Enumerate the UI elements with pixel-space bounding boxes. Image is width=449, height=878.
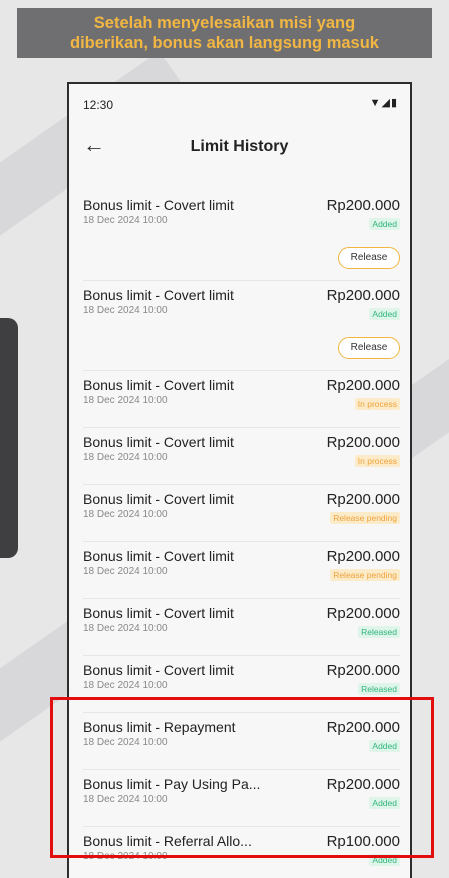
status-bar: 12:30 ▼◢▮ [69,84,410,120]
status-badge: Release pending [330,512,400,524]
item-amount: Rp200.000 [326,605,400,622]
item-name: Bonus limit - Covert limit [83,548,234,564]
item-name: Bonus limit - Covert limit [83,662,234,678]
status-badge: Added [369,308,400,320]
status-badge: Release pending [330,569,400,581]
highlight-box [50,697,434,858]
item-amount: Rp200.000 [326,197,400,214]
list-item[interactable]: Bonus limit - Covert limit 18 Dec 2024 10… [83,599,400,656]
page-title: Limit History [190,138,289,155]
list-item[interactable]: Bonus limit - Covert limit 18 Dec 2024 10… [83,485,400,542]
release-button[interactable]: Release [338,247,400,269]
item-date: 18 Dec 2024 10:00 [83,680,168,691]
item-date: 18 Dec 2024 10:00 [83,305,168,316]
release-button[interactable]: Release [338,337,400,359]
list-item[interactable]: Bonus limit - Covert limit 18 Dec 2024 10… [83,371,400,428]
item-date: 18 Dec 2024 10:00 [83,395,168,406]
item-amount: Rp200.000 [326,548,400,565]
item-name: Bonus limit - Covert limit [83,434,234,450]
item-amount: Rp200.000 [326,491,400,508]
list-item[interactable]: Bonus limit - Covert limit 18 Dec 2024 10… [83,281,400,371]
status-badge: In process [354,455,400,467]
item-date: 18 Dec 2024 10:00 [83,509,168,520]
status-badge: Added [369,218,400,230]
side-panel [0,318,18,558]
caption-banner: Setelah menyelesaikan misi yang diberika… [17,8,432,58]
list-item[interactable]: Bonus limit - Covert limit 18 Dec 2024 10… [83,542,400,599]
status-time: 12:30 [83,98,114,112]
item-amount: Rp200.000 [326,662,400,679]
status-badge: Released [358,626,400,638]
item-name: Bonus limit - Covert limit [83,377,234,393]
caption-line-2: diberikan, bonus akan langsung masuk [70,34,379,52]
item-name: Bonus limit - Covert limit [83,491,234,507]
item-date: 18 Dec 2024 10:00 [83,623,168,634]
signal-battery-icon: ▼◢▮ [369,97,398,109]
top-nav: ← Limit History [69,128,410,168]
item-date: 18 Dec 2024 10:00 [83,566,168,577]
item-date: 18 Dec 2024 10:00 [83,452,168,463]
caption-line-1: Setelah menyelesaikan misi yang [93,14,356,32]
item-amount: Rp200.000 [326,377,400,394]
item-name: Bonus limit - Covert limit [83,287,234,303]
list-item[interactable]: Bonus limit - Covert limit 18 Dec 2024 10… [83,191,400,281]
list-item[interactable]: Bonus limit - Covert limit 18 Dec 2024 10… [83,428,400,485]
item-name: Bonus limit - Covert limit [83,197,234,213]
item-amount: Rp200.000 [326,434,400,451]
status-badge: In process [354,398,400,410]
item-date: 18 Dec 2024 10:00 [83,215,168,226]
item-amount: Rp200.000 [326,287,400,304]
status-badge: Released [358,683,400,695]
item-name: Bonus limit - Covert limit [83,605,234,621]
